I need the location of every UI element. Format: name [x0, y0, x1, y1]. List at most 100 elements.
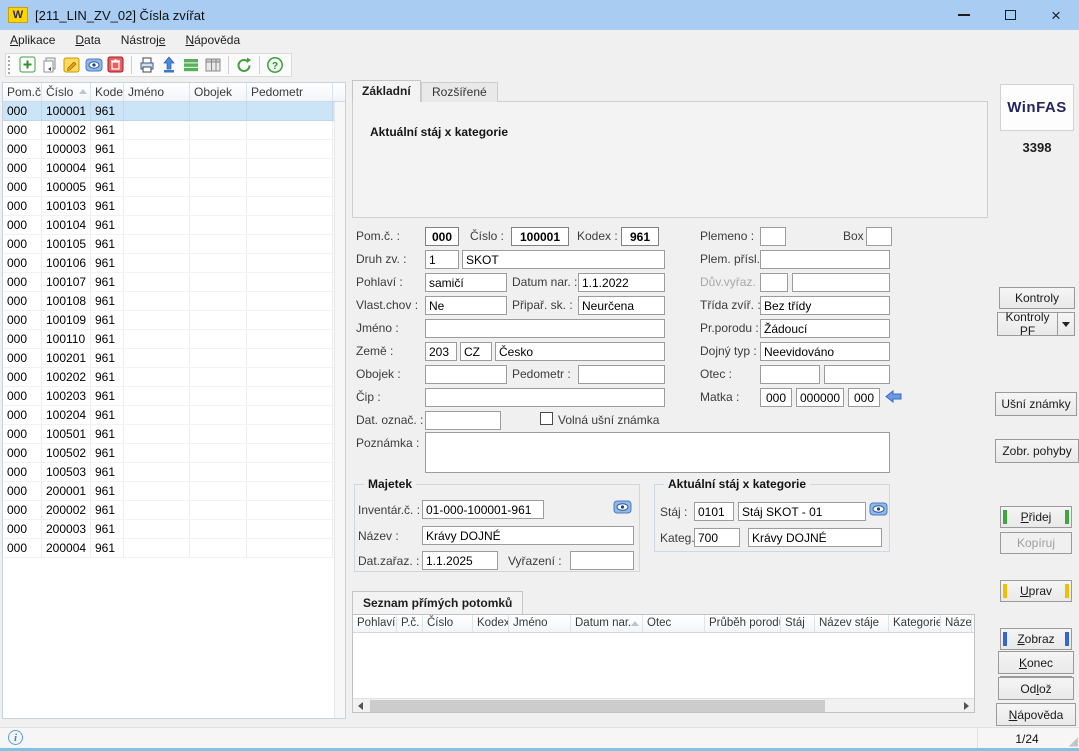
- plem-prisl-input[interactable]: [760, 250, 890, 269]
- aktualni-staj-view-icon[interactable]: [869, 502, 888, 519]
- resize-grip[interactable]: ◢: [1069, 735, 1078, 747]
- table-row[interactable]: 000100109961: [3, 311, 345, 330]
- jmeno-input[interactable]: [425, 319, 665, 338]
- otec-kodex-input[interactable]: [824, 365, 890, 384]
- column-header-1[interactable]: P.č.: [397, 615, 423, 632]
- poznamka-textarea[interactable]: [425, 432, 890, 473]
- matka-goto-arrow-icon[interactable]: [885, 390, 902, 406]
- trida-zvir-input[interactable]: [760, 296, 890, 315]
- pohlavi-input[interactable]: [425, 273, 507, 292]
- export-icon[interactable]: [159, 55, 179, 75]
- table-row[interactable]: 000100104961: [3, 216, 345, 235]
- column-header-7[interactable]: Průběh porodu: [705, 615, 781, 632]
- column-header-3[interactable]: Jméno: [124, 83, 190, 101]
- column-header-5[interactable]: Pedometr: [247, 83, 333, 101]
- table-row[interactable]: 000100103961: [3, 197, 345, 216]
- aktualni-staj-kod-input[interactable]: [694, 502, 734, 521]
- matka-cislo-input[interactable]: [796, 388, 844, 407]
- table-row[interactable]: 000100502961: [3, 444, 345, 463]
- cip-input[interactable]: [425, 388, 665, 407]
- menu-aplikace[interactable]: Aplikace: [0, 30, 65, 52]
- toolbar-grip[interactable]: [8, 56, 12, 74]
- table-row[interactable]: 000100001961: [3, 102, 345, 121]
- column-header-2[interactable]: Kodex: [91, 83, 124, 101]
- info-icon[interactable]: i: [8, 730, 23, 745]
- kontroly-pf-button[interactable]: Kontroly PF: [997, 312, 1058, 336]
- menu-napoveda[interactable]: Nápověda: [175, 30, 250, 52]
- otec-cislo-input[interactable]: [760, 365, 820, 384]
- kopiruj-button[interactable]: Kopíruj: [1000, 532, 1072, 554]
- inventar-input[interactable]: [422, 500, 544, 519]
- table-row[interactable]: 000100106961: [3, 254, 345, 273]
- obojek-input[interactable]: [425, 365, 507, 384]
- kontroly-pf-dropdown-button[interactable]: [1058, 312, 1075, 336]
- close-button[interactable]: ×: [1033, 0, 1079, 30]
- aktualni-kateg-kod-input[interactable]: [694, 528, 740, 547]
- table-row[interactable]: 000200001961: [3, 482, 345, 501]
- duv-vyraz-code-input[interactable]: [760, 273, 788, 292]
- column-header-0[interactable]: Pohlaví: [353, 615, 397, 632]
- uprav-button[interactable]: Uprav: [1000, 580, 1072, 602]
- table-row[interactable]: 000100202961: [3, 368, 345, 387]
- scroll-right-icon[interactable]: [959, 699, 974, 713]
- column-header-9[interactable]: Název stáje: [815, 615, 889, 632]
- column-header-1[interactable]: Číslo: [42, 83, 91, 101]
- vlast-chov-input[interactable]: [425, 296, 507, 315]
- columns-icon[interactable]: [203, 55, 223, 75]
- zeme-kod-input[interactable]: [425, 342, 457, 361]
- table-row[interactable]: 000100005961: [3, 178, 345, 197]
- pripar-sk-input[interactable]: [578, 296, 665, 315]
- maximize-button[interactable]: [987, 0, 1033, 30]
- list-icon[interactable]: [181, 55, 201, 75]
- aktualni-kateg-nazev-input[interactable]: [748, 528, 882, 547]
- matka-kodex-input[interactable]: [848, 388, 880, 407]
- column-header-0[interactable]: Pom.č.: [3, 83, 42, 101]
- table-row[interactable]: 000100108961: [3, 292, 345, 311]
- duv-vyraz-name-input[interactable]: [792, 273, 890, 292]
- volna-usni-checkbox[interactable]: [540, 412, 553, 425]
- hscroll-thumb[interactable]: [370, 700, 825, 712]
- pom-c-input[interactable]: [425, 227, 459, 246]
- kodex-input[interactable]: [621, 227, 659, 246]
- add-icon[interactable]: [18, 55, 38, 75]
- view-icon[interactable]: [84, 55, 104, 75]
- column-header-3[interactable]: Kodex: [473, 615, 509, 632]
- usni-znamky-button[interactable]: Ušní známky: [995, 392, 1077, 416]
- dojny-typ-input[interactable]: [760, 342, 890, 361]
- menu-nastroje[interactable]: Nástroje: [111, 30, 176, 52]
- majetek-nazev-input[interactable]: [422, 526, 634, 545]
- column-header-2[interactable]: Číslo: [423, 615, 473, 632]
- table-row[interactable]: 000100503961: [3, 463, 345, 482]
- minimize-button[interactable]: [941, 0, 987, 30]
- box-input[interactable]: [866, 227, 892, 246]
- scroll-left-icon[interactable]: [353, 699, 368, 713]
- column-header-8[interactable]: Stáj: [781, 615, 815, 632]
- table-row[interactable]: 000100002961: [3, 121, 345, 140]
- zeme-zkr-input[interactable]: [460, 342, 492, 361]
- aktualni-staj-nazev-input[interactable]: [738, 502, 866, 521]
- table-row[interactable]: 000100203961: [3, 387, 345, 406]
- column-header-4[interactable]: Jméno: [509, 615, 571, 632]
- druh-zv-kod-input[interactable]: [425, 250, 459, 269]
- potomci-hscrollbar[interactable]: [353, 698, 974, 712]
- dat-zaraz-input[interactable]: [422, 551, 498, 570]
- menu-data[interactable]: Data: [65, 30, 110, 52]
- column-header-4[interactable]: Obojek: [190, 83, 247, 101]
- zeme-nazev-input[interactable]: [495, 342, 665, 361]
- pedometr-input[interactable]: [578, 365, 665, 384]
- odloz-button[interactable]: Odlož: [998, 677, 1074, 700]
- table-row[interactable]: 000100004961: [3, 159, 345, 178]
- table-row[interactable]: 000200004961: [3, 539, 345, 558]
- table-row[interactable]: 000100204961: [3, 406, 345, 425]
- zobr-pohyby-button[interactable]: Zobr. pohyby: [995, 439, 1079, 463]
- table-row[interactable]: 000100105961: [3, 235, 345, 254]
- druh-zv-nazev-input[interactable]: [462, 250, 665, 269]
- column-header-5[interactable]: Datum nar.: [571, 615, 643, 632]
- tab-zakladni[interactable]: Základní: [352, 80, 421, 102]
- column-header-10[interactable]: Kategorie zv.: [889, 615, 941, 632]
- pr-porodu-input[interactable]: [760, 319, 890, 338]
- zobraz-button[interactable]: Zobraz: [1000, 628, 1072, 650]
- column-header-11[interactable]: Název: [941, 615, 972, 632]
- dat-oznac-input[interactable]: [425, 411, 501, 430]
- table-row[interactable]: 000100107961: [3, 273, 345, 292]
